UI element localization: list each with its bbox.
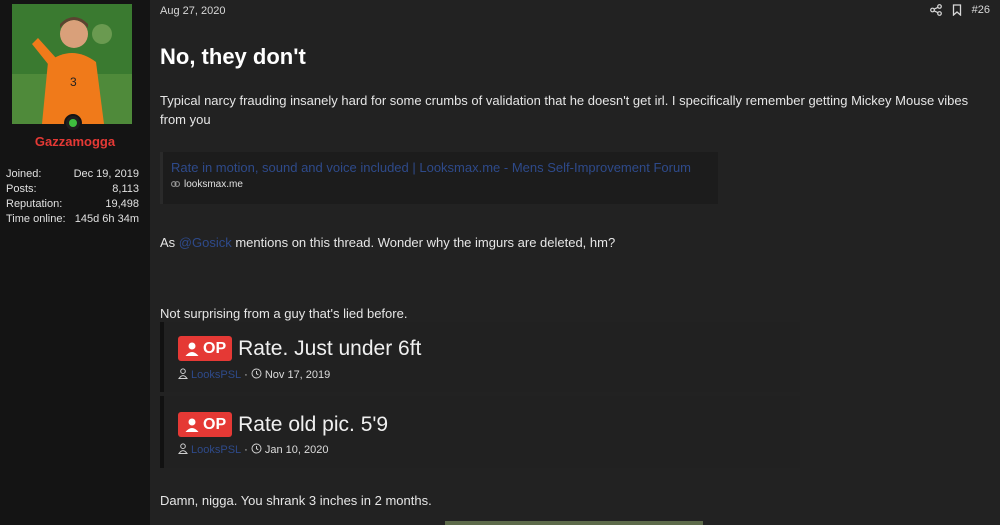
user-sidebar: 3 Gazzamogga Joined: Dec 19, 2019 Posts:… xyxy=(0,0,150,525)
stat-label: Reputation: xyxy=(6,198,63,210)
quote-title-row: OP Rate. Just under 6ft xyxy=(178,336,421,361)
clock-icon xyxy=(251,443,262,457)
quote-author[interactable]: LooksPSL xyxy=(191,444,241,456)
stat-label: Posts: xyxy=(6,183,37,195)
post-paragraph: As @Gosick mentions on this thread. Wond… xyxy=(160,233,970,252)
link-icon xyxy=(171,179,180,190)
op-badge-label: OP xyxy=(203,415,227,433)
embed-title[interactable]: Rate in motion, sound and voice included… xyxy=(171,160,710,175)
stat-value: Dec 19, 2019 xyxy=(73,168,139,180)
share-icon[interactable] xyxy=(929,4,942,16)
post-date[interactable]: Aug 27, 2020 xyxy=(160,5,225,17)
post-paragraph: Not surprising from a guy that's lied be… xyxy=(160,306,408,321)
embed-domain-row: looksmax.me xyxy=(171,179,710,190)
stat-label: Joined: xyxy=(6,168,42,180)
quote-title-row: OP Rate old pic. 5'9 xyxy=(178,412,388,437)
stat-reputation: Reputation: 19,498 xyxy=(6,197,139,212)
username[interactable]: Gazzamogga xyxy=(0,134,150,149)
meta-separator: · xyxy=(244,369,248,381)
bookmark-icon[interactable] xyxy=(952,4,962,16)
user-icon xyxy=(178,368,188,382)
post-actions: #26 xyxy=(929,4,990,16)
avatar[interactable]: 3 xyxy=(12,4,132,124)
mention-suffix: mentions on this thread. Wonder why the … xyxy=(231,235,616,250)
quote-meta: LooksPSL · Nov 17, 2019 xyxy=(178,368,330,382)
quote-date: Jan 10, 2020 xyxy=(264,444,329,456)
user-icon xyxy=(185,418,199,432)
user-stats: Joined: Dec 19, 2019 Posts: 8,113 Reputa… xyxy=(6,167,139,227)
stat-posts: Posts: 8,113 xyxy=(6,182,139,197)
meta-separator: · xyxy=(244,444,248,456)
stat-label: Time online: xyxy=(6,213,66,225)
user-mention-link[interactable]: @Gosick xyxy=(179,235,232,250)
svg-text:3: 3 xyxy=(70,75,77,89)
quote-title[interactable]: Rate old pic. 5'9 xyxy=(238,413,388,437)
embed-domain: looksmax.me xyxy=(184,179,243,190)
thread-quote[interactable]: OP Rate old pic. 5'9 LooksPSL · Jan 10, … xyxy=(160,396,800,468)
op-badge-label: OP xyxy=(203,339,227,357)
stat-time-online: Time online: 145d 6h 34m xyxy=(6,212,139,227)
stat-value: 145d 6h 34m xyxy=(74,213,139,225)
post-number[interactable]: #26 xyxy=(972,4,990,16)
stat-joined: Joined: Dec 19, 2019 xyxy=(6,167,139,182)
op-badge: OP xyxy=(178,412,233,437)
quote-meta: LooksPSL · Jan 10, 2020 xyxy=(178,443,328,457)
post-paragraph: Typical narcy frauding insanely hard for… xyxy=(160,93,969,127)
user-icon xyxy=(178,443,188,457)
online-status-icon xyxy=(64,114,82,132)
stat-value: 19,498 xyxy=(105,198,139,210)
quote-date: Nov 17, 2019 xyxy=(264,369,331,381)
op-badge: OP xyxy=(178,336,233,361)
post-title: No, they don't xyxy=(160,44,306,69)
thread-quote[interactable]: OP Rate. Just under 6ft LooksPSL · Nov 1… xyxy=(160,322,800,392)
post-paragraph: Damn, nigga. You shrank 3 inches in 2 mo… xyxy=(160,493,432,508)
quote-title[interactable]: Rate. Just under 6ft xyxy=(238,337,421,361)
user-icon xyxy=(185,342,199,356)
post-image[interactable] xyxy=(445,521,703,525)
clock-icon xyxy=(251,368,262,382)
quote-author[interactable]: LooksPSL xyxy=(191,369,241,381)
mention-prefix: As xyxy=(160,235,179,250)
post-content: Aug 27, 2020 #26 No, they don't Typical … xyxy=(150,0,1000,525)
link-embed[interactable]: Rate in motion, sound and voice included… xyxy=(160,152,718,204)
stat-value: 8,113 xyxy=(112,183,139,195)
